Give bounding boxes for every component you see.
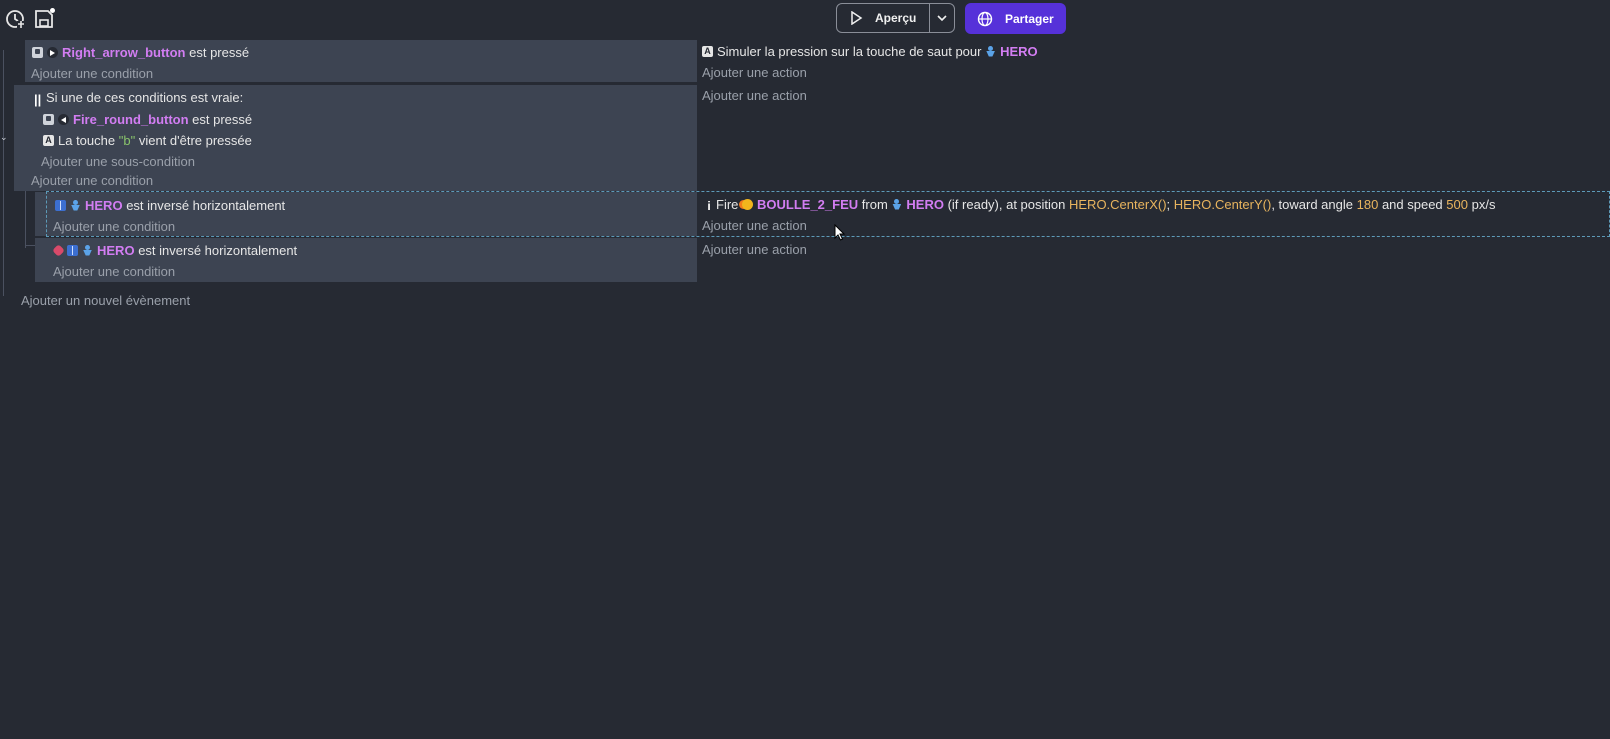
- condition-text: est pressé: [189, 44, 250, 60]
- condition-text: est inversé horizontalement: [138, 242, 298, 258]
- info-icon: i: [707, 198, 711, 213]
- condition-text: est inversé horizontalement: [126, 197, 286, 213]
- action-row[interactable]: A Simuler la pression sur la touche de s…: [702, 42, 1038, 60]
- hero-sprite-icon: [891, 198, 902, 210]
- share-button[interactable]: Partager: [965, 3, 1066, 34]
- object-name: HERO: [85, 197, 123, 213]
- preview-dropdown-button[interactable]: [930, 4, 954, 32]
- hero-sprite-icon: [70, 199, 81, 211]
- chevron-down-icon: [937, 15, 947, 22]
- object-name: Right_arrow_button: [62, 44, 186, 60]
- unit: px/s: [1471, 196, 1496, 212]
- preview-label: Aperçu: [875, 11, 917, 25]
- action-text: , toward angle: [1271, 196, 1353, 212]
- action-row[interactable]: i Fire BOULLE_2_FEU from HERO (if ready)…: [706, 195, 1495, 213]
- add-event-link[interactable]: Ajouter un nouvel évènement: [21, 291, 190, 309]
- expression: HERO.CenterX(): [1069, 196, 1167, 212]
- add-condition-link[interactable]: Ajouter une condition: [53, 262, 175, 280]
- action-text: Simuler la pression sur la touche de sau…: [717, 43, 982, 59]
- angle-value: 180: [1356, 196, 1379, 212]
- action-text: from: [861, 196, 888, 212]
- add-action-link[interactable]: Ajouter une action: [702, 63, 807, 81]
- add-condition-link[interactable]: Ajouter une condition: [31, 171, 153, 189]
- add-action-link[interactable]: Ajouter une action: [702, 240, 807, 258]
- save-icon[interactable]: [33, 8, 55, 30]
- object-name: BOULLE_2_FEU: [757, 196, 859, 212]
- hero-sprite-icon: [985, 45, 996, 57]
- history-icon[interactable]: [4, 8, 26, 30]
- object-name: HERO: [1000, 43, 1038, 59]
- invert-condition-icon: [52, 243, 65, 257]
- share-label: Partager: [1005, 11, 1054, 26]
- tree-line: [3, 50, 4, 296]
- add-action-link[interactable]: Ajouter une action: [702, 86, 807, 104]
- condition-text: La touche: [58, 132, 116, 148]
- add-action-link[interactable]: Ajouter une action: [702, 216, 807, 234]
- add-condition-link[interactable]: Ajouter une condition: [53, 217, 175, 235]
- speed-value: 500: [1446, 196, 1468, 212]
- tree-line: [25, 245, 35, 246]
- action-text: and speed: [1381, 196, 1443, 212]
- separator: ;: [1166, 196, 1171, 212]
- globe-icon: [977, 11, 993, 26]
- action-text: Fire: [716, 196, 739, 212]
- touch-icon: [43, 113, 54, 125]
- key-value: "b": [118, 132, 136, 148]
- tree-line: [25, 190, 26, 248]
- condition-text: vient d'être pressée: [138, 132, 252, 148]
- object-name: Fire_round_button: [73, 111, 189, 127]
- or-icon: ||: [34, 91, 42, 107]
- flip-icon: [67, 244, 78, 256]
- hero-sprite-icon: [82, 244, 93, 256]
- preview-button[interactable]: Aperçu: [837, 4, 929, 32]
- subcondition-row[interactable]: A La touche "b" vient d'être pressée: [43, 131, 252, 149]
- preview-button-group: Aperçu: [836, 3, 955, 33]
- add-condition-link[interactable]: Ajouter une condition: [31, 64, 153, 82]
- subcondition-row[interactable]: Fire_round_button est pressé: [43, 110, 252, 128]
- keyboard-icon: A: [43, 134, 54, 146]
- keyboard-icon: A: [702, 45, 713, 57]
- or-condition-row[interactable]: || Si une de ces conditions est vraie:: [34, 88, 244, 107]
- object-name: HERO: [906, 196, 944, 212]
- condition-row[interactable]: Right_arrow_button est pressé: [32, 43, 249, 61]
- touch-icon: [32, 46, 43, 58]
- condition-row[interactable]: HERO est inversé horizontalement: [52, 241, 298, 259]
- add-subcondition-link[interactable]: Ajouter une sous-condition: [41, 152, 195, 170]
- expression: HERO.CenterY(): [1173, 196, 1272, 212]
- action-text: (if ready), at position: [947, 196, 1066, 212]
- condition-row[interactable]: HERO est inversé horizontalement: [55, 196, 285, 214]
- object-name: HERO: [97, 242, 135, 258]
- toolbar: Aperçu Partager: [0, 0, 1610, 38]
- condition-text: est pressé: [192, 111, 253, 127]
- mouse-cursor-icon: [834, 224, 846, 241]
- flip-icon: [55, 199, 66, 211]
- fireball-icon: [742, 198, 754, 210]
- arrow-right-icon: [47, 46, 58, 58]
- collapse-chevron-icon[interactable]: ⌄: [0, 132, 8, 143]
- arrow-left-icon: [58, 113, 69, 125]
- play-icon: [851, 11, 863, 25]
- or-label: Si une de ces conditions est vraie:: [46, 89, 244, 105]
